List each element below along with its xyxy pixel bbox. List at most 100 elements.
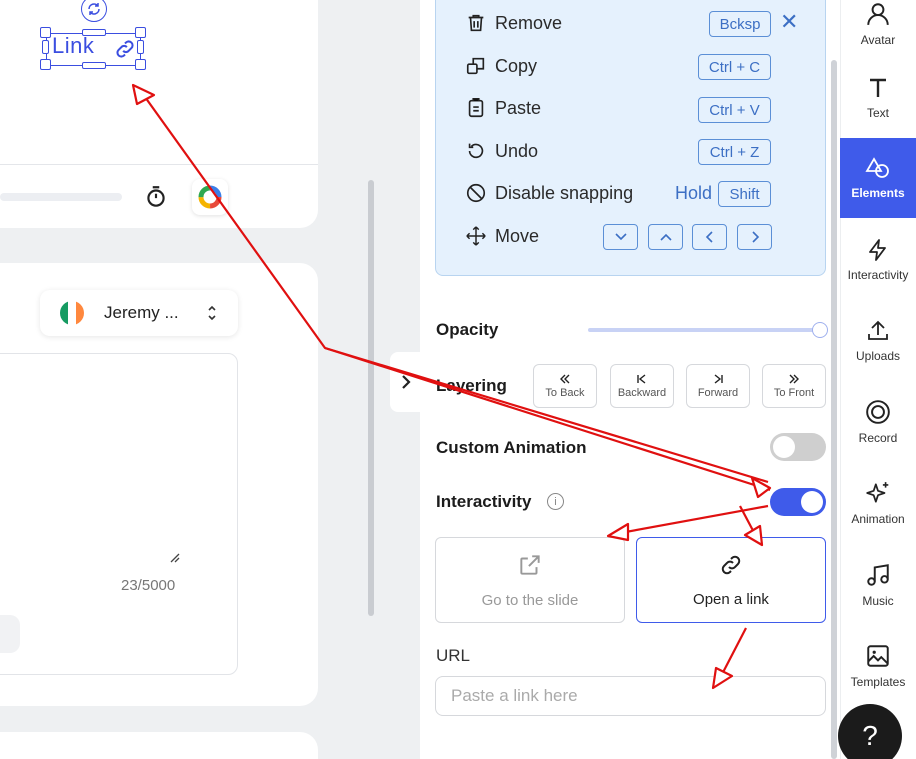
- key-arrow-right: [737, 224, 772, 250]
- double-chevron-right-icon: [789, 374, 799, 384]
- text-t-icon: [870, 78, 886, 97]
- key-ctrl-c: Ctrl + C: [698, 54, 771, 80]
- editor-scrollbar[interactable]: [368, 180, 374, 616]
- shortcut-undo-label: Undo: [495, 140, 539, 161]
- sidebar-item-label: Record: [858, 431, 898, 445]
- rotate-icon: [88, 3, 100, 15]
- chevron-updown-icon: [208, 305, 216, 321]
- resize-handle[interactable]: [135, 59, 146, 70]
- ai-assistant-button[interactable]: [192, 179, 228, 215]
- interactivity-label: Interactivity: [436, 492, 532, 511]
- canvas-link-icon: [116, 40, 134, 58]
- shortcut-copy: Copy: [465, 52, 537, 80]
- to-back-label: To Back: [545, 387, 585, 399]
- bottom-card: [0, 732, 318, 759]
- stopwatch-icon[interactable]: [143, 184, 169, 210]
- hold-label: Hold: [675, 183, 713, 203]
- go-to-slide-label: Go to the slide: [481, 591, 579, 609]
- key-arrow-down: [603, 224, 638, 250]
- resize-handle[interactable]: [135, 27, 146, 38]
- forward-button[interactable]: Forward: [686, 364, 750, 408]
- person-icon: [867, 3, 889, 25]
- sidebar-item-text[interactable]: Text: [840, 58, 916, 138]
- sidebar-item-label: Music: [862, 594, 894, 608]
- opacity-label: Opacity: [436, 320, 499, 339]
- sidebar-item-label: Animation: [851, 512, 905, 526]
- interactivity-toggle[interactable]: [770, 488, 826, 516]
- colorful-ring-icon: [198, 185, 222, 209]
- chevron-up-icon: [659, 233, 672, 241]
- chevron-left-icon: [705, 231, 713, 243]
- slide-canvas[interactable]: [0, 0, 318, 165]
- shortcut-snapping-label: Disable snapping: [495, 182, 634, 203]
- sidebar-item-uploads[interactable]: Uploads: [840, 301, 916, 381]
- resize-handle[interactable]: [40, 27, 51, 38]
- sidebar-item-record[interactable]: Record: [840, 382, 916, 462]
- resize-handle[interactable]: [137, 40, 144, 54]
- sidebar-item-avatar[interactable]: Avatar: [840, 0, 916, 64]
- script-action-button[interactable]: [0, 615, 20, 653]
- key-ctrl-z: Ctrl + Z: [698, 139, 771, 165]
- sparkle-icon: [866, 482, 889, 503]
- toggle-knob: [773, 436, 795, 458]
- music-note-icon: [867, 564, 889, 586]
- chevron-left-bar-icon: [637, 374, 646, 384]
- trash-icon: [468, 14, 484, 32]
- resize-grip-icon[interactable]: [169, 552, 181, 564]
- voice-selector[interactable]: Jeremy ...: [40, 290, 238, 336]
- layering-label: Layering: [436, 376, 507, 395]
- resize-handle[interactable]: [82, 62, 106, 69]
- sidebar-item-templates[interactable]: Templates: [840, 626, 916, 706]
- open-link-option[interactable]: Open a link: [636, 537, 826, 623]
- opacity-slider[interactable]: [588, 328, 820, 332]
- prohibited-icon: [466, 183, 486, 203]
- info-icon[interactable]: i: [547, 493, 564, 510]
- to-front-button[interactable]: To Front: [762, 364, 826, 408]
- go-to-slide-option[interactable]: Go to the slide: [435, 537, 625, 623]
- move-arrows-icon: [466, 226, 486, 246]
- sidebar-item-music[interactable]: Music: [840, 545, 916, 625]
- chevron-right-icon: [402, 375, 411, 389]
- url-input[interactable]: Paste a link here: [435, 676, 826, 716]
- backward-button[interactable]: Backward: [610, 364, 674, 408]
- shortcut-remove-label: Remove: [495, 12, 563, 33]
- opacity-slider-thumb[interactable]: [812, 322, 828, 338]
- panel-scrollbar[interactable]: [831, 60, 837, 759]
- shortcut-paste: Paste: [465, 94, 541, 122]
- shortcut-copy-label: Copy: [495, 55, 538, 76]
- url-label: URL: [436, 646, 471, 665]
- character-count: 23/5000: [121, 577, 176, 594]
- sidebar-item-label: Uploads: [855, 349, 901, 363]
- undo-icon: [468, 143, 484, 159]
- timeline-progress[interactable]: [0, 193, 122, 201]
- forward-label: Forward: [697, 387, 739, 399]
- key-ctrl-v: Ctrl + V: [698, 97, 771, 123]
- key-shift: Shift: [718, 181, 771, 207]
- resize-handle[interactable]: [42, 40, 49, 54]
- double-chevron-left-icon: [560, 374, 570, 384]
- irish-flag-icon: [60, 301, 84, 325]
- shortcut-snapping: Disable snapping: [465, 179, 633, 207]
- resize-handle[interactable]: [40, 59, 51, 70]
- external-link-icon: [520, 554, 540, 575]
- voice-name: Jeremy ...: [104, 303, 179, 322]
- sidebar-item-label: Templates: [850, 675, 906, 689]
- image-icon: [867, 645, 889, 667]
- to-back-button[interactable]: To Back: [533, 364, 597, 408]
- key-arrow-up: [648, 224, 683, 250]
- to-front-label: To Front: [773, 387, 815, 399]
- canvas-link-text[interactable]: Link: [52, 33, 94, 59]
- help-button[interactable]: ?: [838, 704, 902, 759]
- shortcut-move: Move: [465, 222, 539, 250]
- script-textarea[interactable]: [0, 353, 238, 675]
- backward-label: Backward: [617, 387, 667, 399]
- key-arrow-left: [692, 224, 727, 250]
- sidebar-item-animation[interactable]: Animation: [840, 463, 916, 543]
- copy-icon: [466, 57, 485, 75]
- sidebar-item-elements[interactable]: Elements: [840, 138, 916, 218]
- custom-animation-toggle[interactable]: [770, 433, 826, 461]
- collapse-panel-button[interactable]: [390, 352, 422, 412]
- close-shortcuts-button[interactable]: ✕: [780, 9, 798, 35]
- sidebar-item-interactivity[interactable]: Interactivity: [840, 220, 916, 300]
- resize-handle[interactable]: [82, 29, 106, 36]
